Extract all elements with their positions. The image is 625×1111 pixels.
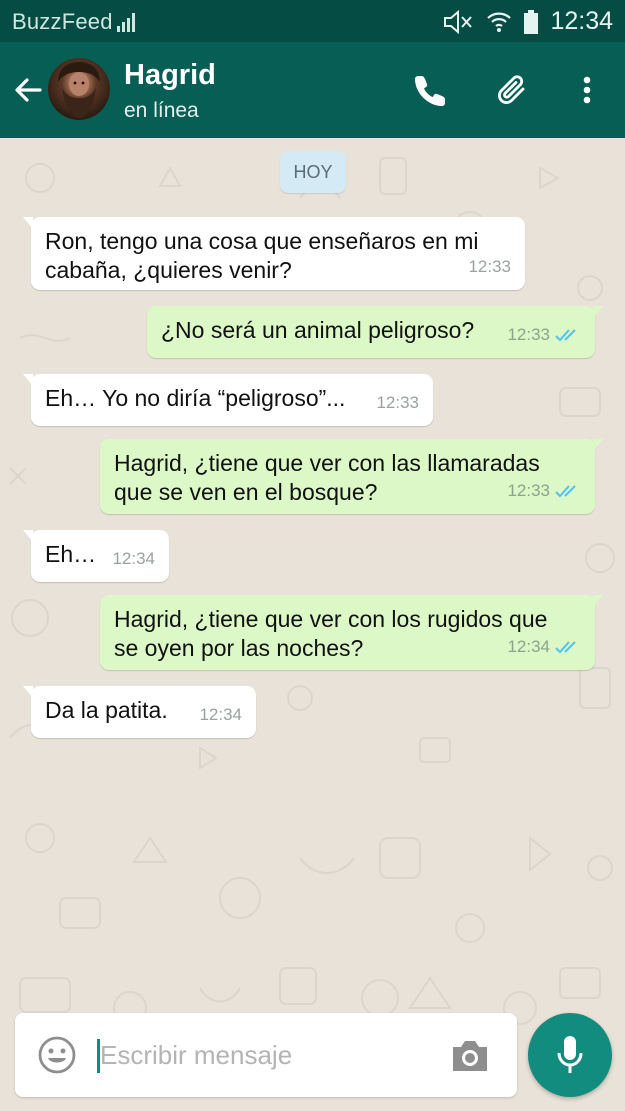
emoji-icon[interactable] [37,1035,77,1075]
message-outgoing[interactable]: Hagrid, ¿tiene que ver con los rugidos q… [100,595,603,670]
bubble-tail [23,530,33,542]
mic-icon [557,1036,583,1073]
message-time: 12:33 [376,393,419,412]
message-input-bar: Escribir mensaje [15,1013,517,1097]
message-incoming[interactable]: Eh… Yo no diría “peligroso”... 12:33 [23,374,433,426]
message-time: 12:33 [507,481,550,500]
phone-icon[interactable] [413,72,449,108]
message-outgoing[interactable]: Hagrid, ¿tiene que ver con las llamarada… [100,439,603,514]
bubble-tail [593,306,603,318]
contact-status: en línea [124,99,199,122]
message-incoming[interactable]: Da la patita. 12:34 [23,686,256,738]
read-ticks-icon [555,640,576,653]
message-time: 12:34 [199,705,242,724]
avatar-portrait [58,62,100,118]
chat-header: Hagrid en línea [0,42,625,138]
message-text: Eh… Yo no diría “peligroso”... [45,385,346,411]
chat-area[interactable]: HOY Ron, tengo una cosa que enseñaros en… [0,138,625,1025]
read-ticks-icon [555,484,576,497]
message-time: 12:33 [507,325,550,344]
bubble-tail [593,439,603,451]
wifi-icon [487,12,512,32]
battery-icon [524,9,539,34]
signal-bars-icon [117,13,135,32]
message-time: 12:34 [112,549,155,568]
message-time: 12:33 [468,257,511,276]
more-vert-icon[interactable] [569,72,605,108]
status-bar: BuzzFeed 12:34 [0,0,625,42]
status-time: 12:34 [550,7,613,35]
date-chip: HOY [280,151,346,193]
message-input[interactable]: Escribir mensaje [100,1040,292,1071]
bubble-tail [23,374,33,386]
bubble-tail [23,217,33,229]
mute-icon [444,9,473,34]
message-time: 12:34 [507,637,550,656]
bubble-tail [23,686,33,698]
message-outgoing[interactable]: ¿No será un animal peligroso? 12:33 [147,306,603,358]
paperclip-icon[interactable] [495,72,531,108]
read-ticks-icon [555,328,576,341]
back-arrow-icon[interactable] [12,74,44,106]
message-incoming[interactable]: Eh… 12:34 [23,530,169,582]
camera-icon[interactable] [449,1037,491,1075]
avatar[interactable] [48,58,110,120]
contact-name[interactable]: Hagrid [124,59,216,92]
carrier-brand: BuzzFeed [12,9,113,34]
message-incoming[interactable]: Ron, tengo una cosa que enseñaros en mi … [23,217,525,290]
mic-button[interactable] [528,1013,612,1097]
message-text: Ron, tengo una cosa que enseñaros en mi … [45,228,479,283]
bubble-tail [593,595,603,607]
